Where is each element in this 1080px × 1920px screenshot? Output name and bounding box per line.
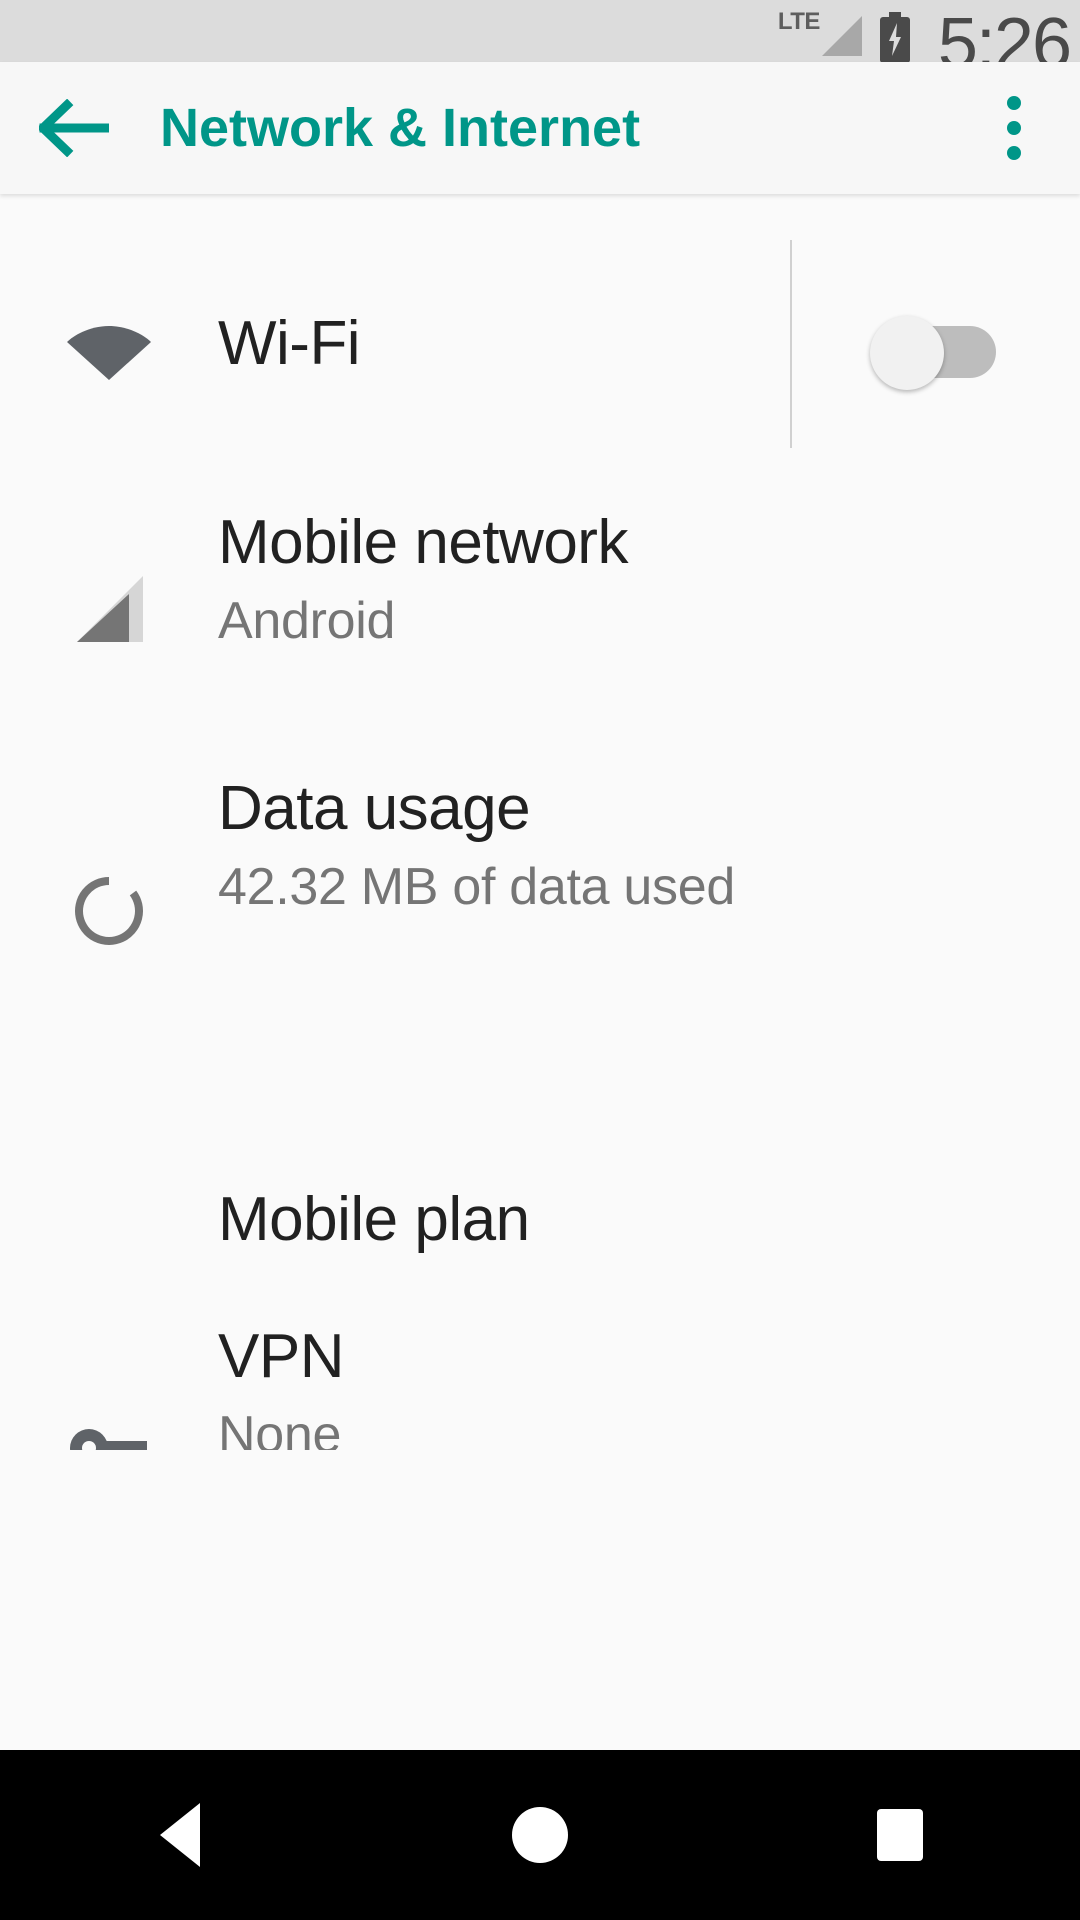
battery-charging-icon (878, 12, 912, 64)
wifi-toggle-switch[interactable] (870, 316, 1000, 390)
more-vert-icon-dot (1007, 121, 1021, 135)
nav-back-button[interactable] (90, 1750, 270, 1920)
recents-square-icon (877, 1809, 923, 1861)
list-item-title: Data usage (218, 774, 531, 843)
list-item-title: VPN (218, 1322, 344, 1391)
switch-thumb (870, 316, 944, 390)
android-settings-screen: LTE 5:26 Network & Internet Wi-Fi Mobile… (0, 0, 1080, 1920)
mobile-plan-text-block: Mobile plan (218, 1187, 1080, 1253)
list-item-subtitle: None (218, 1405, 342, 1450)
more-vert-icon-dot (1007, 96, 1021, 110)
status-bar: LTE 5:26 (0, 0, 1080, 81)
settings-list[interactable]: Wi-Fi Mobile network Android Data usage … (0, 194, 1080, 1450)
lte-label: LTE (777, 8, 821, 35)
vpn-text-block: VPN None (218, 1324, 1080, 1450)
list-item-mobile-plan[interactable]: Mobile plan (0, 1136, 1080, 1304)
wifi-toggle-area (790, 194, 1080, 494)
list-item-mobile-network[interactable]: Mobile network Android (0, 494, 1080, 776)
wifi-icon (0, 308, 218, 380)
list-item-wifi[interactable]: Wi-Fi (0, 194, 1080, 494)
list-item-title: Mobile network (218, 508, 628, 577)
back-triangle-icon (160, 1803, 200, 1867)
home-circle-icon (512, 1807, 568, 1863)
nav-recents-button[interactable] (810, 1750, 990, 1920)
nav-home-button[interactable] (450, 1750, 630, 1920)
list-item-title: Mobile plan (218, 1185, 530, 1255)
signal-cellular-status-group: LTE (778, 6, 864, 58)
system-navigation-bar (0, 1750, 1080, 1920)
status-bar-icons: LTE 5:26 (778, 0, 1072, 81)
back-arrow-icon (39, 99, 109, 157)
more-vert-icon-dot (1007, 146, 1021, 160)
vpn-key-icon (0, 1324, 218, 1450)
list-item-subtitle: Android (218, 591, 396, 650)
list-item-data-usage[interactable]: Data usage 42.32 MB of data used (0, 776, 1080, 1136)
signal-cellular-icon (0, 510, 218, 710)
back-button[interactable] (26, 80, 122, 176)
list-item-subtitle: 42.32 MB of data used (218, 857, 735, 916)
page-title: Network & Internet (160, 98, 641, 158)
data-usage-text-block: Data usage 42.32 MB of data used (218, 776, 1080, 916)
signal-bars-icon (821, 16, 862, 56)
mobile-network-text-block: Mobile network Android (218, 510, 1080, 650)
app-bar: Network & Internet (0, 62, 1080, 194)
data-usage-circle-icon (0, 776, 218, 1046)
list-item-vpn[interactable]: VPN None (0, 1304, 1080, 1450)
vertical-divider (790, 240, 792, 448)
overflow-menu-button[interactable] (966, 80, 1062, 176)
